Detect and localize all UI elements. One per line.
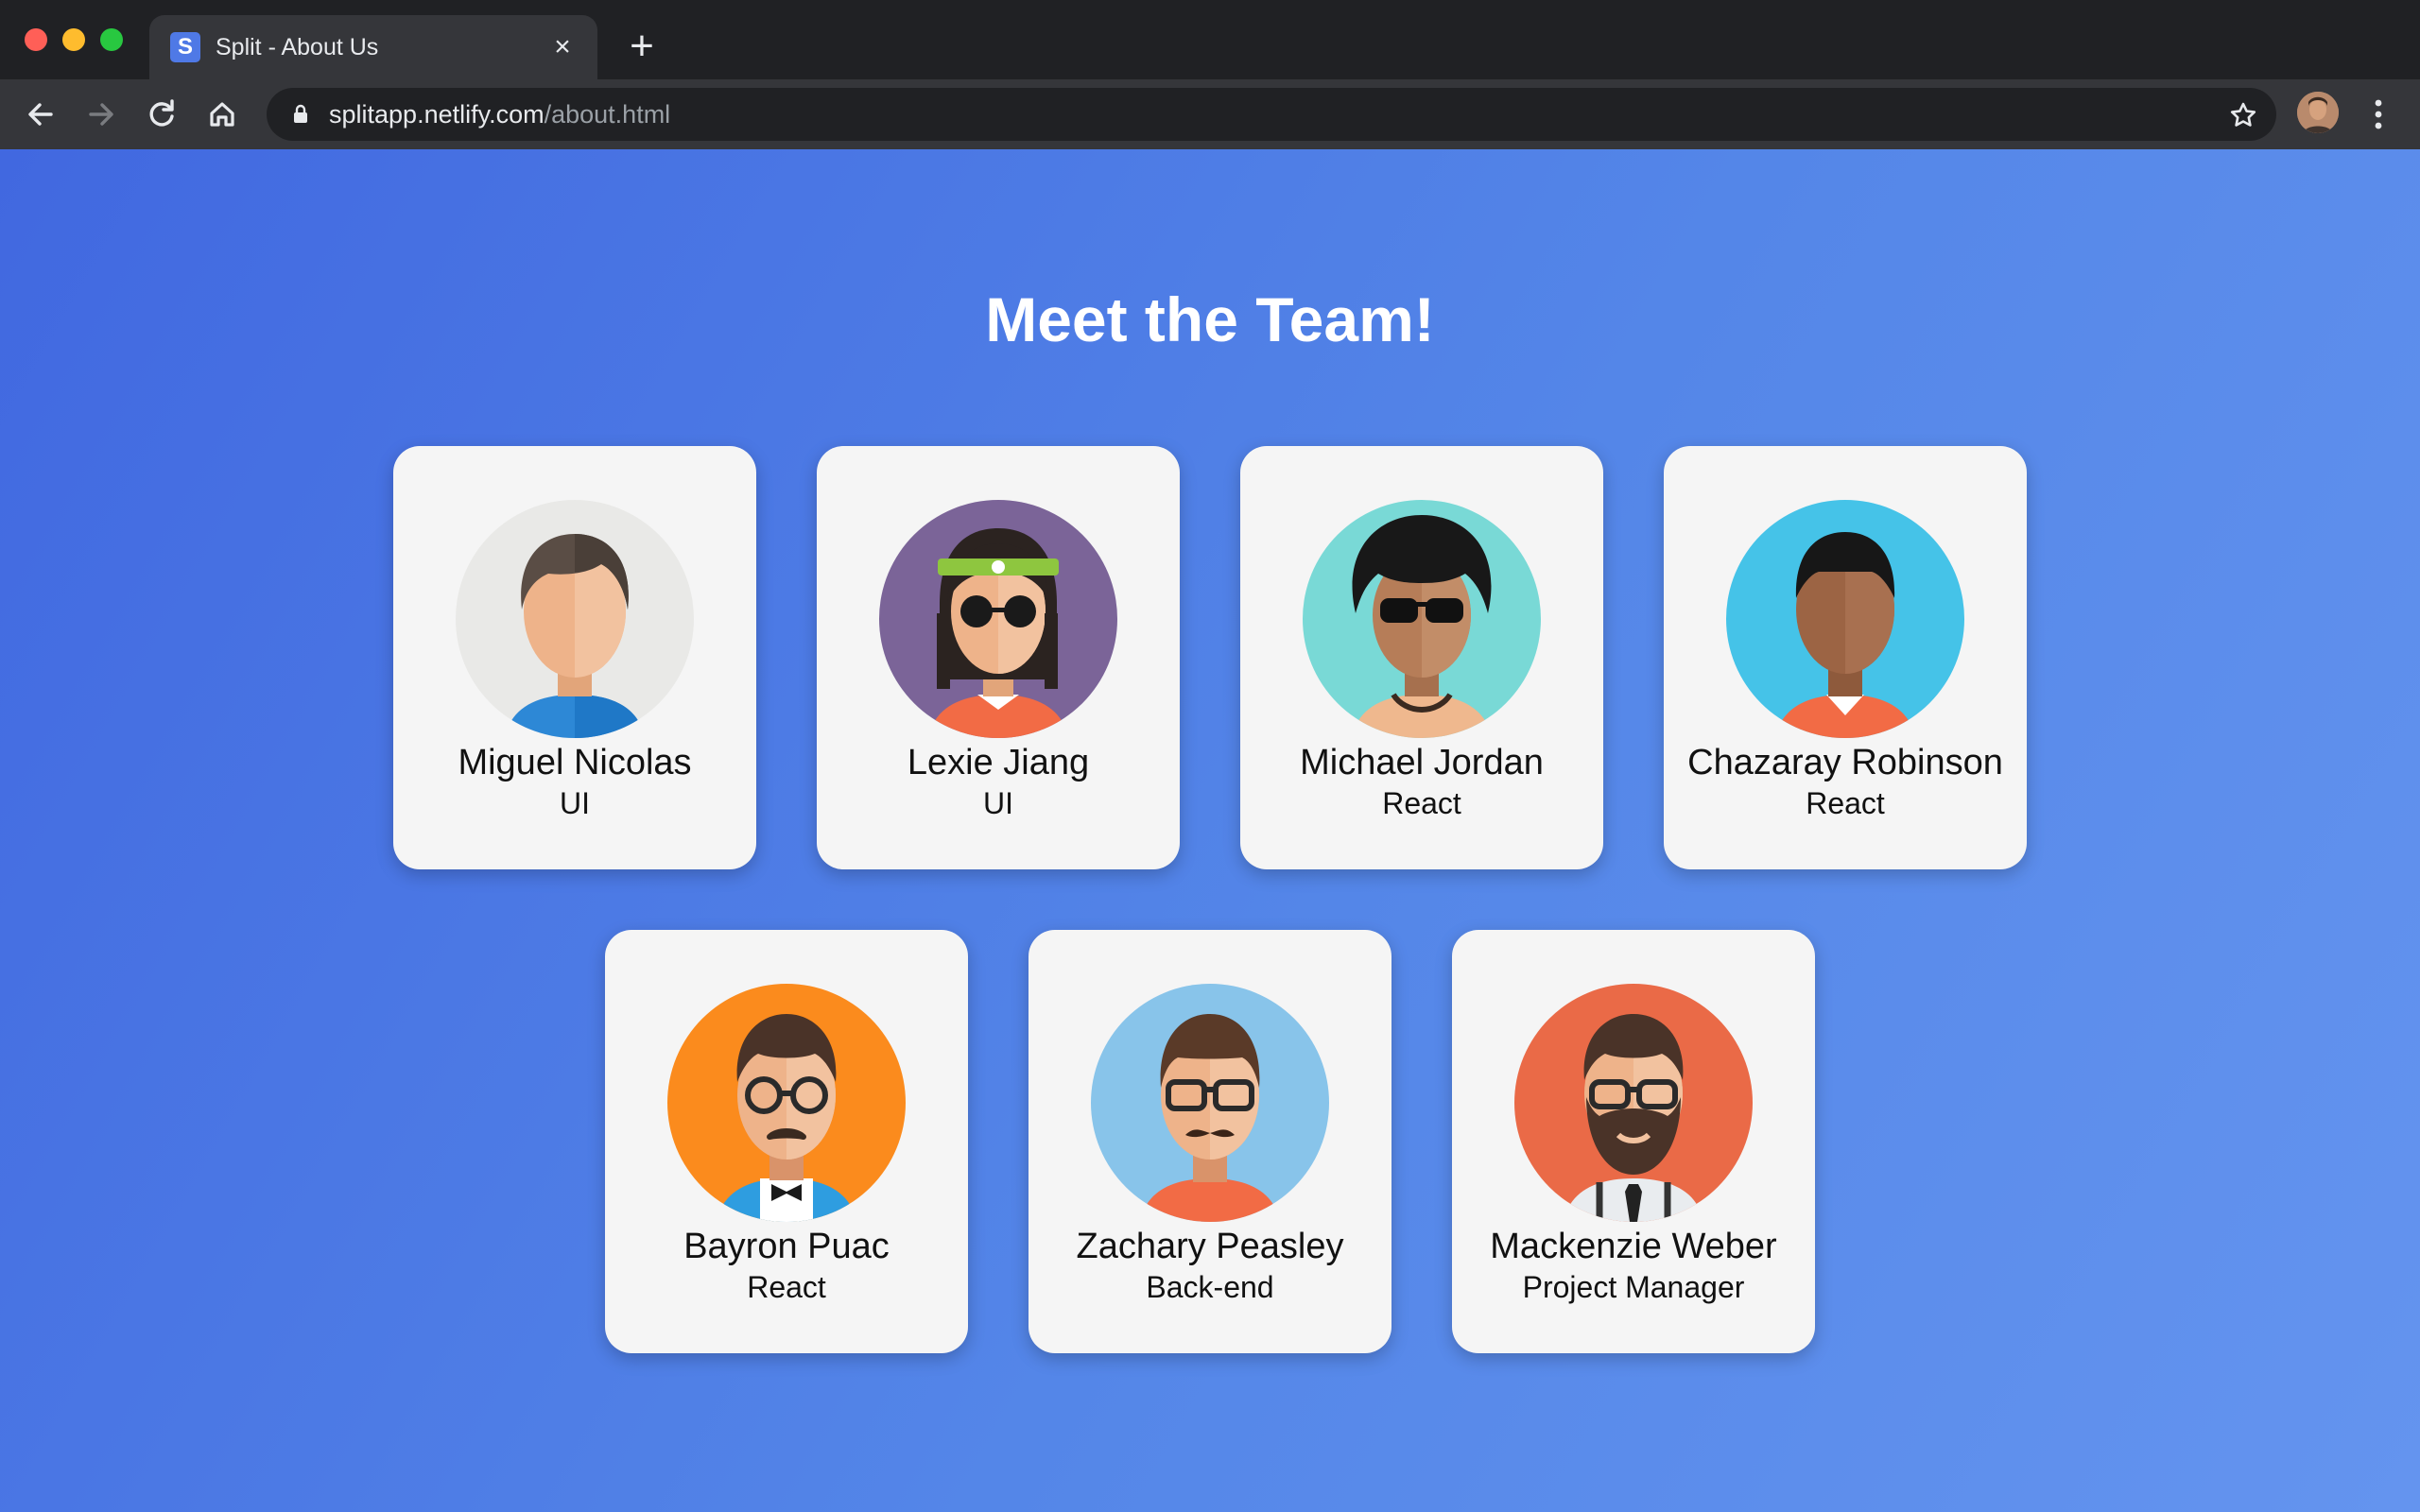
team-card: Chazaray Robinson React bbox=[1664, 446, 2027, 869]
member-role: Back-end bbox=[1146, 1270, 1274, 1304]
woman-avatar-icon bbox=[879, 500, 1117, 738]
member-role: React bbox=[1806, 786, 1885, 820]
url-host: splitapp.netlify.com bbox=[329, 100, 544, 129]
avatar bbox=[1726, 500, 1964, 738]
member-role: Project Manager bbox=[1522, 1270, 1745, 1304]
tab-title: Split - About Us bbox=[216, 34, 379, 60]
browser-toolbar: splitapp.netlify.com/about.html bbox=[0, 79, 2420, 149]
member-name: Zachary Peasley bbox=[1076, 1227, 1344, 1266]
profile-avatar[interactable] bbox=[2297, 92, 2339, 133]
member-name: Miguel Nicolas bbox=[458, 743, 692, 782]
man-avatar-icon bbox=[456, 500, 694, 738]
active-tab[interactable]: S Split - About Us × bbox=[149, 15, 597, 79]
man-glasses-avatar-icon bbox=[1091, 984, 1329, 1222]
avatar bbox=[667, 984, 906, 1222]
minimize-window-button[interactable] bbox=[62, 28, 85, 51]
home-button[interactable] bbox=[199, 91, 246, 138]
member-name: Mackenzie Weber bbox=[1490, 1227, 1777, 1266]
page-title: Meet the Team! bbox=[985, 284, 1435, 354]
avatar bbox=[879, 500, 1117, 738]
team-card: Mackenzie Weber Project Manager bbox=[1452, 930, 1815, 1353]
member-name: Michael Jordan bbox=[1300, 743, 1544, 782]
team-card: Bayron Puac React bbox=[605, 930, 968, 1353]
team-card: Michael Jordan React bbox=[1240, 446, 1603, 869]
member-role: React bbox=[747, 1270, 826, 1304]
tab-close-icon[interactable]: × bbox=[546, 31, 579, 63]
lock-icon bbox=[289, 103, 312, 126]
team-card: Miguel Nicolas UI bbox=[393, 446, 756, 869]
bookmark-star-icon[interactable] bbox=[2227, 99, 2259, 131]
man-beard-avatar-icon bbox=[1514, 984, 1753, 1222]
arrow-right-icon bbox=[89, 103, 113, 126]
avatar bbox=[1091, 984, 1329, 1222]
address-bar[interactable]: splitapp.netlify.com/about.html bbox=[267, 88, 2276, 141]
man-afro-avatar-icon bbox=[1303, 500, 1541, 738]
member-name: Bayron Puac bbox=[683, 1227, 890, 1266]
team-card: Zachary Peasley Back-end bbox=[1028, 930, 1392, 1353]
man-glasses-avatar-icon bbox=[667, 984, 906, 1222]
member-name: Lexie Jiang bbox=[907, 743, 1090, 782]
member-name: Chazaray Robinson bbox=[1687, 743, 2003, 782]
new-tab-button[interactable]: + bbox=[620, 25, 664, 68]
avatar bbox=[1303, 500, 1541, 738]
tab-favicon-icon: S bbox=[170, 32, 200, 62]
member-role: UI bbox=[560, 786, 590, 820]
maximize-window-button[interactable] bbox=[100, 28, 123, 51]
home-icon bbox=[210, 102, 234, 127]
more-menu-icon[interactable] bbox=[2361, 92, 2395, 137]
member-role: UI bbox=[983, 786, 1013, 820]
close-window-button[interactable] bbox=[25, 28, 47, 51]
browser-titlebar: S Split - About Us × + bbox=[0, 0, 2420, 79]
reload-button[interactable] bbox=[138, 91, 185, 138]
avatar bbox=[1514, 984, 1753, 1222]
forward-button[interactable] bbox=[78, 91, 125, 138]
url-text[interactable]: splitapp.netlify.com/about.html bbox=[329, 100, 670, 129]
url-path: /about.html bbox=[544, 100, 671, 129]
arrow-left-icon bbox=[28, 103, 53, 126]
member-role: React bbox=[1382, 786, 1461, 820]
man-avatar-icon bbox=[1726, 500, 1964, 738]
avatar bbox=[456, 500, 694, 738]
page-viewport: Meet the Team! Miguel Nicolas UI Lexie J… bbox=[0, 149, 2420, 1512]
reload-icon bbox=[149, 99, 174, 127]
back-button[interactable] bbox=[17, 91, 64, 138]
team-card: Lexie Jiang UI bbox=[817, 446, 1180, 869]
